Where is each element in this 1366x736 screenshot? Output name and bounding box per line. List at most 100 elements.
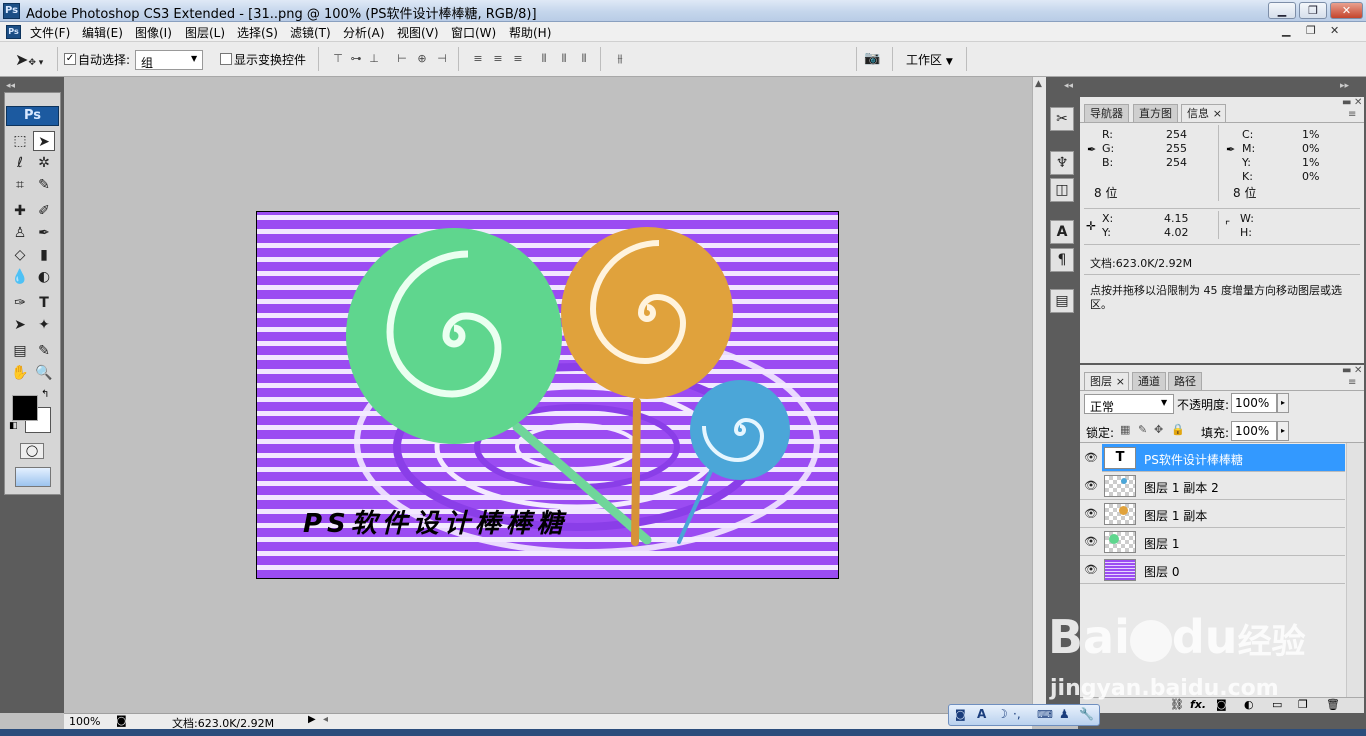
tool-presets-icon[interactable]: ✂	[1050, 107, 1074, 131]
eraser-tool-icon[interactable]: ◇	[9, 245, 31, 265]
align-vcenter-icon[interactable]: ⊶	[348, 52, 364, 66]
keyboard-icon[interactable]: ⌨	[1037, 708, 1053, 721]
pen-tool-icon[interactable]: ✑	[9, 293, 31, 313]
magic-wand-tool-icon[interactable]: ✲	[33, 153, 55, 173]
tab-paths[interactable]: 路径	[1168, 372, 1202, 390]
doc-minimize-button[interactable]: ▁	[1282, 24, 1290, 37]
show-transform-checkbox[interactable]	[220, 53, 232, 65]
bridge-icon[interactable]: 📷	[864, 51, 886, 67]
close-icon[interactable]: ✕	[1354, 97, 1362, 108]
menu-window[interactable]: 窗口(W)	[451, 24, 496, 41]
dodge-tool-icon[interactable]: ◐	[33, 267, 55, 287]
align-hcenter-icon[interactable]: ⊕	[414, 52, 430, 66]
status-arrow-icon[interactable]: ▶	[308, 714, 316, 725]
minimize-icon[interactable]: ▬	[1342, 365, 1351, 376]
lock-all-icon[interactable]: 🔒	[1171, 423, 1185, 436]
marquee-tool-icon[interactable]: ⬚	[9, 131, 31, 151]
menu-view[interactable]: 视图(V)	[397, 24, 439, 41]
hand-tool-icon[interactable]: ✋	[9, 363, 31, 383]
opacity-input[interactable]: 100%	[1231, 393, 1277, 413]
opacity-slider-icon[interactable]: ▸	[1277, 393, 1289, 413]
layer-row[interactable]: 👁 图层 1 副本 2	[1080, 472, 1345, 500]
menu-layer[interactable]: 图层(L)	[185, 24, 225, 41]
distribute-top-icon[interactable]: ≡	[470, 52, 486, 66]
auto-align-icon[interactable]: ⫵	[612, 52, 628, 66]
move-tool-icon[interactable]: ➤	[33, 131, 55, 151]
layer-row[interactable]: 👁 图层 1 副本	[1080, 500, 1345, 528]
close-button[interactable]: ✕	[1330, 2, 1363, 19]
lock-position-icon[interactable]: ✥	[1154, 423, 1163, 436]
quick-mask-icon[interactable]: ◯	[20, 443, 44, 459]
moon-icon[interactable]: ☽	[997, 707, 1008, 721]
paragraph-icon[interactable]: ¶	[1050, 248, 1074, 272]
eye-icon[interactable]: 👁	[1080, 444, 1102, 472]
ime-icon[interactable]: ◙	[955, 708, 966, 721]
tab-info[interactable]: 信息 ×	[1181, 104, 1226, 122]
clone-source-icon[interactable]: ◫	[1050, 178, 1074, 202]
menu-filter[interactable]: 滤镜(T)	[290, 24, 331, 41]
panel-menu-icon[interactable]: ≡	[1348, 109, 1356, 120]
history-brush-tool-icon[interactable]: ✒	[33, 223, 55, 243]
menu-select[interactable]: 选择(S)	[237, 24, 278, 41]
document-canvas[interactable]: PS软件设计棒棒糖	[256, 211, 839, 579]
character-icon[interactable]: A	[1050, 220, 1074, 244]
menu-analysis[interactable]: 分析(A)	[343, 24, 385, 41]
type-tool-icon[interactable]: T	[33, 293, 55, 313]
blend-mode-dropdown[interactable]: 正常 ▼	[1084, 394, 1174, 414]
scroll-up-icon[interactable]: ▲	[1035, 79, 1042, 89]
layer-row[interactable]: 👁 图层 0	[1080, 556, 1345, 584]
close-icon[interactable]: ×	[1213, 105, 1222, 122]
layer-row[interactable]: 👁 图层 1	[1080, 528, 1345, 556]
swap-colors-icon[interactable]: ↰	[41, 389, 49, 400]
close-icon[interactable]: ×	[1116, 373, 1125, 390]
layer-row[interactable]: 👁 T PS软件设计棒棒糖	[1080, 444, 1345, 472]
healing-brush-tool-icon[interactable]: ✚	[9, 201, 31, 221]
hscroll-left-icon[interactable]: ◂	[323, 714, 328, 725]
distribute-vcenter-icon[interactable]: ≡	[490, 52, 506, 66]
eye-icon[interactable]: 👁	[1084, 479, 1098, 493]
default-colors-icon[interactable]: ◧	[9, 421, 18, 431]
punctuation-icon[interactable]: ·,	[1013, 707, 1021, 721]
char-width-icon[interactable]: A	[977, 707, 986, 721]
wrench-icon[interactable]: 🔧	[1079, 707, 1094, 721]
close-icon[interactable]: ✕	[1354, 365, 1362, 376]
align-bottom-icon[interactable]: ⊥	[366, 52, 382, 66]
zoom-tool-icon[interactable]: 🔍	[33, 363, 55, 383]
collapse-icon[interactable]: ◂◂	[6, 81, 15, 91]
doc-restore-button[interactable]: ❐	[1306, 24, 1316, 37]
eyedropper-tool-icon[interactable]: ✎	[33, 341, 55, 361]
slice-tool-icon[interactable]: ✎	[33, 175, 55, 195]
eye-icon[interactable]: 👁	[1084, 563, 1098, 577]
distribute-bottom-icon[interactable]: ≡	[510, 52, 526, 66]
auto-select-checkbox[interactable]: ✓	[64, 53, 76, 65]
notes-tool-icon[interactable]: ▤	[9, 341, 31, 361]
workspace-menu[interactable]: 工作区 ▼	[906, 51, 953, 68]
lasso-tool-icon[interactable]: ℓ	[9, 153, 31, 173]
panel-menu-icon[interactable]: ≡	[1348, 377, 1356, 388]
gradient-tool-icon[interactable]: ▮	[33, 245, 55, 265]
crop-tool-icon[interactable]: ⌗	[9, 175, 31, 195]
menu-help[interactable]: 帮助(H)	[509, 24, 551, 41]
delete-layer-icon[interactable]: 🗑	[1326, 698, 1340, 711]
vertical-scrollbar[interactable]: ▲	[1032, 77, 1046, 713]
screen-mode-icon[interactable]	[15, 467, 51, 487]
tab-histogram[interactable]: 直方图	[1133, 104, 1178, 122]
brush-tool-icon[interactable]: ✐	[33, 201, 55, 221]
restore-button[interactable]: ❐	[1299, 2, 1327, 19]
layer-comps-icon[interactable]: ▤	[1050, 289, 1074, 313]
panels-expand-icon[interactable]: ▸▸	[1340, 81, 1349, 91]
doc-close-button[interactable]: ✕	[1330, 24, 1339, 37]
fill-slider-icon[interactable]: ▸	[1277, 421, 1289, 441]
minimize-icon[interactable]: ▬	[1342, 97, 1351, 108]
blur-tool-icon[interactable]: 💧	[9, 267, 31, 287]
dock-collapse-icon[interactable]: ◂◂	[1064, 81, 1073, 91]
align-left-icon[interactable]: ⊢	[394, 52, 410, 66]
align-right-icon[interactable]: ⊣	[434, 52, 450, 66]
menu-edit[interactable]: 编辑(E)	[82, 24, 123, 41]
tab-navigator[interactable]: 导航器	[1084, 104, 1129, 122]
align-top-icon[interactable]: ⊤	[330, 52, 346, 66]
tab-layers[interactable]: 图层 ×	[1084, 372, 1129, 390]
new-layer-icon[interactable]: ❐	[1298, 698, 1308, 711]
foreground-color-swatch-front[interactable]	[12, 395, 38, 421]
zoom-level[interactable]: 100%	[69, 715, 100, 728]
